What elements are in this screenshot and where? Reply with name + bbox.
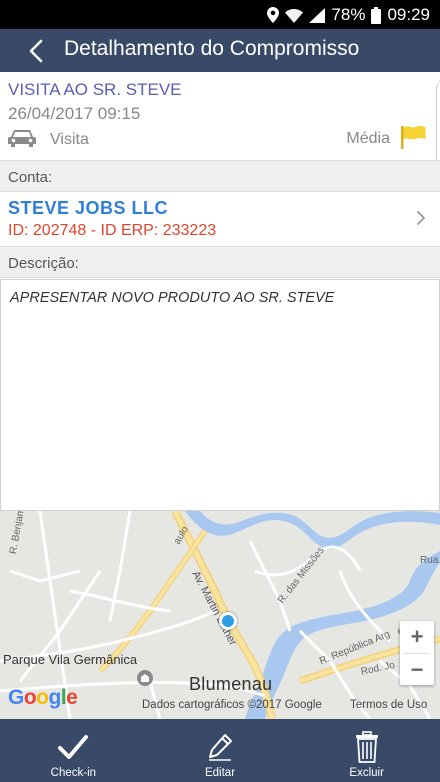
- delete-button[interactable]: Excluir: [293, 719, 440, 782]
- back-arrow-icon: [29, 39, 43, 63]
- checkmark-icon: [57, 729, 89, 765]
- description-section-header: Descrição:: [0, 246, 440, 278]
- map-label-neighborhood: Parque Vila Germânica: [3, 652, 138, 667]
- appointment-title: VISITA AO SR. STEVE: [8, 80, 182, 99]
- google-logo: Google: [8, 686, 78, 709]
- account-ids: ID: 202748 - ID ERP: 233223: [8, 222, 217, 239]
- car-icon: [8, 128, 36, 153]
- battery-icon: [371, 6, 382, 24]
- chevron-right-icon: [416, 210, 426, 231]
- current-location-marker: [219, 612, 237, 630]
- map-attribution: Dados cartográficos ©2017 Google: [142, 699, 322, 711]
- appointment-type-label: Visita: [50, 131, 89, 148]
- pencil-icon: [206, 729, 234, 765]
- appointment-datetime: 26/04/2017 09:15: [8, 104, 141, 123]
- battery-percent: 78%: [331, 5, 366, 24]
- map-label-city: Blumenau: [189, 674, 273, 694]
- bottom-action-bar: Check-in Editar Excluir: [0, 719, 440, 782]
- status-icons: 78% 09:29: [267, 4, 430, 26]
- wifi-icon: [285, 8, 304, 23]
- checkin-label: Check-in: [50, 767, 97, 779]
- description-text: APRESENTAR NOVO PRODUTO AO SR. STEVE: [0, 279, 440, 511]
- account-section-header: Conta:: [0, 160, 440, 192]
- appointment-type: Visita: [8, 128, 89, 152]
- flag-icon: [400, 125, 428, 154]
- appointment-priority: Média: [346, 125, 428, 154]
- edit-button[interactable]: Editar: [147, 719, 294, 782]
- status-bar: 78% 09:29: [0, 0, 440, 29]
- app-bar: Detalhamento do Compromisso: [0, 29, 440, 72]
- clock: 09:29: [387, 5, 430, 24]
- map-terms-link[interactable]: Termos de Uso: [350, 699, 427, 711]
- map-label-rua: Rua: [420, 555, 439, 566]
- location-icon: [267, 7, 280, 23]
- appointment-summary: VISITA AO SR. STEVE 26/04/2017 09:15 Vis…: [0, 72, 440, 160]
- trash-icon: [355, 729, 379, 765]
- back-button[interactable]: [20, 35, 52, 67]
- delete-label: Excluir: [349, 767, 384, 779]
- zoom-control: + −: [400, 621, 434, 685]
- zoom-in-button[interactable]: +: [400, 621, 434, 653]
- priority-label: Média: [346, 130, 390, 147]
- map-view[interactable]: R. Benjamin aulo Av. Martin Luther R. da…: [0, 511, 440, 719]
- edit-label: Editar: [204, 767, 236, 779]
- account-name: STEVE JOBS LLC: [8, 198, 169, 218]
- signal-icon: [309, 7, 326, 23]
- page-title: Detalhamento do Compromisso: [64, 37, 360, 60]
- landmark-icon: [137, 670, 153, 686]
- zoom-out-button[interactable]: −: [400, 654, 434, 686]
- account-row[interactable]: STEVE JOBS LLC ID: 202748 - ID ERP: 2332…: [0, 192, 440, 246]
- checkin-button[interactable]: Check-in: [0, 719, 147, 782]
